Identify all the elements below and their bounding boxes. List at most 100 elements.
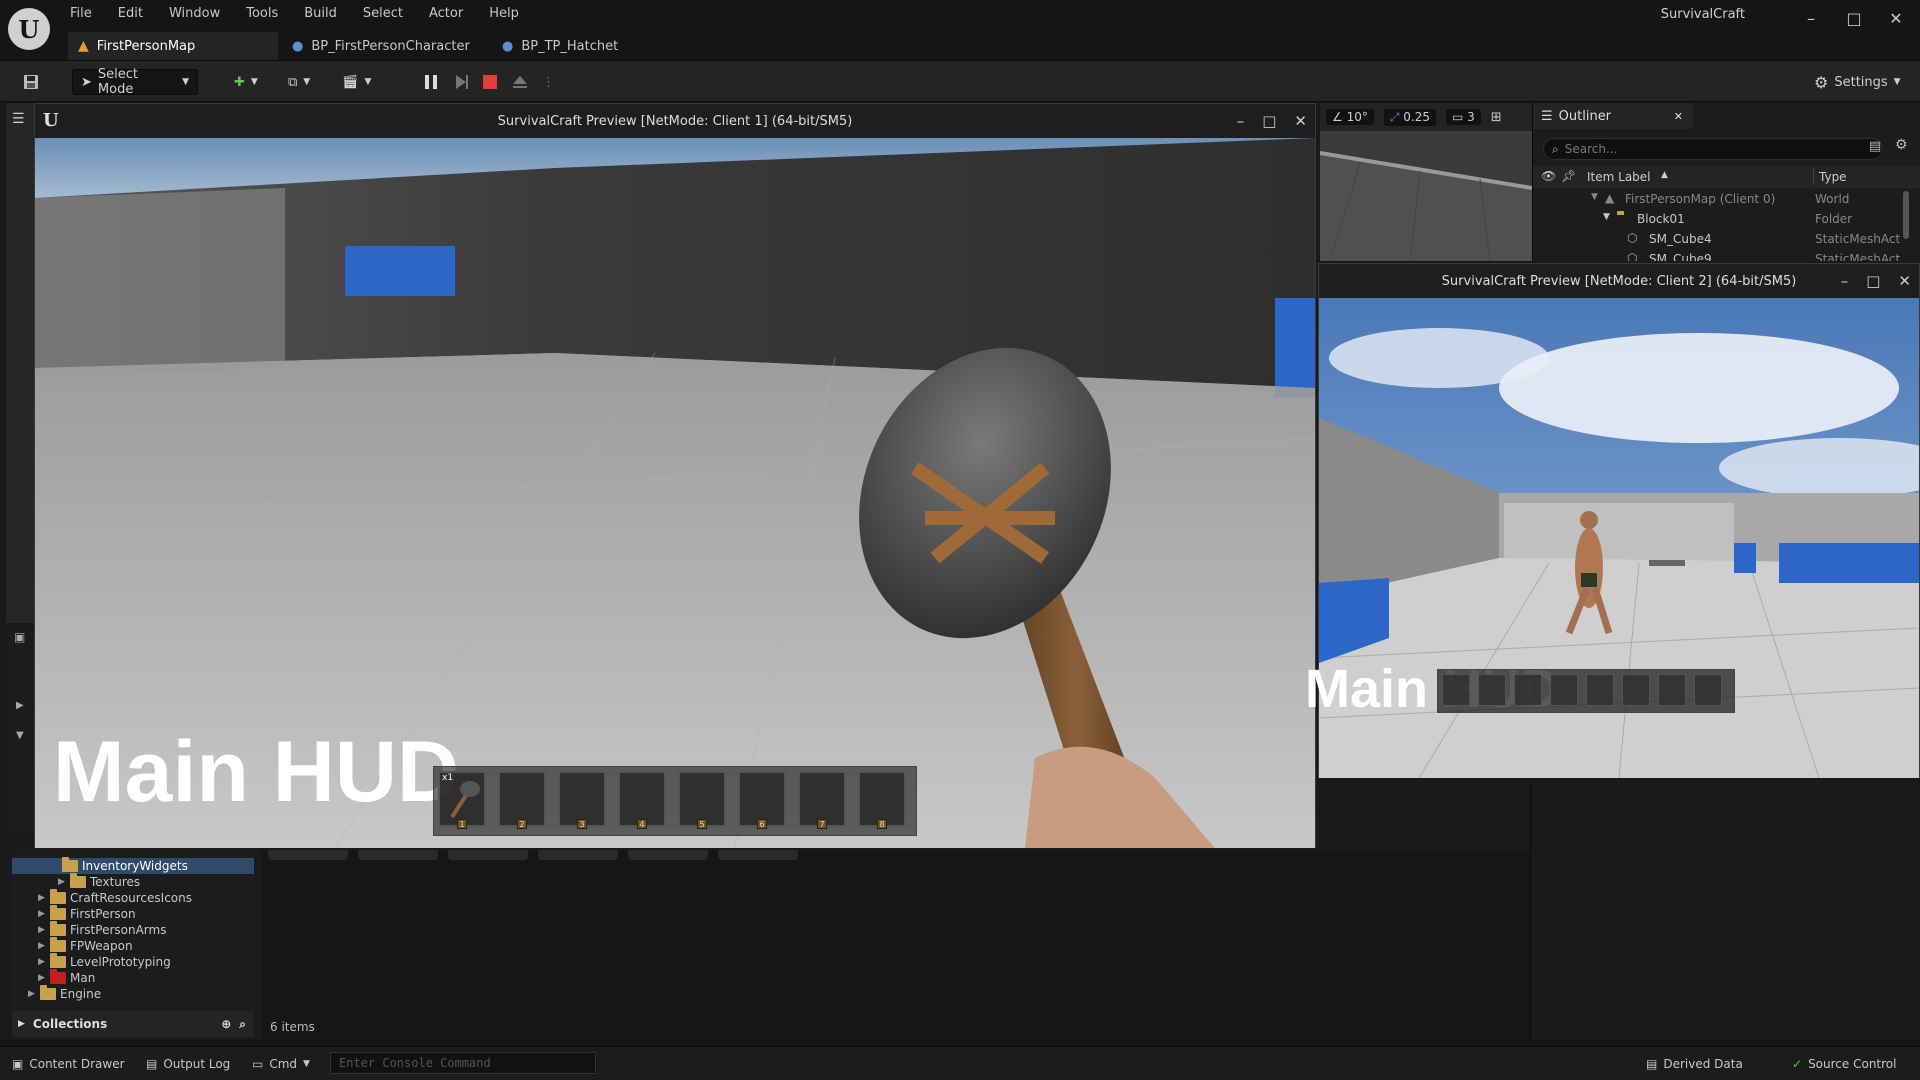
asset-tile[interactable] xyxy=(628,850,708,860)
pie-window-client2[interactable]: SurvivalCraft Preview [NetMode: Client 2… xyxy=(1305,263,1920,778)
close-icon[interactable]: ✕ xyxy=(1898,272,1911,290)
asset-tile[interactable] xyxy=(358,850,438,860)
hotbar-slot-6[interactable]: 6 xyxy=(738,771,786,829)
settings-button[interactable]: ⚙ Settings ▼ xyxy=(1806,69,1909,95)
pause-button[interactable] xyxy=(416,69,446,95)
console-input[interactable]: Enter Console Command xyxy=(330,1052,596,1074)
caret-right-icon[interactable]: ▶ xyxy=(18,1019,25,1029)
pie-titlebar[interactable]: SurvivalCraft Preview [NetMode: Client 2… xyxy=(1319,264,1919,298)
menu-tools[interactable]: Tools xyxy=(246,4,292,26)
tree-folder-fpweapon[interactable]: ▶ FPWeapon xyxy=(38,937,133,954)
stop-button[interactable] xyxy=(474,69,506,95)
close-icon[interactable]: ✕ xyxy=(1294,112,1307,130)
hotbar-slot[interactable] xyxy=(1694,674,1722,706)
add-collection-icon[interactable]: ⊕ xyxy=(221,1017,231,1031)
save-icon[interactable] xyxy=(14,69,48,95)
play-options-button[interactable]: ⋮ xyxy=(534,69,563,95)
tree-folder-levelprototyping[interactable]: ▶ LevelPrototyping xyxy=(38,953,171,970)
hotbar-slot-7[interactable]: 7 xyxy=(798,771,846,829)
menu-actor[interactable]: Actor xyxy=(429,4,477,26)
eject-button[interactable] xyxy=(504,69,536,95)
asset-tile[interactable] xyxy=(718,850,798,860)
minimize-icon[interactable]: – xyxy=(1797,6,1825,30)
outliner-row-mesh[interactable]: ⬡ SM_Cube4 StaticMeshAct xyxy=(1533,229,1920,249)
hotbar-slot[interactable] xyxy=(1622,674,1650,706)
hamburger-icon[interactable]: ☰ xyxy=(12,111,25,127)
caret-right-icon[interactable]: ▶ xyxy=(28,989,36,999)
tree-folder-craftresourcesicons[interactable]: ▶ CraftResourcesIcons xyxy=(38,889,192,906)
outliner-search[interactable]: ⌕ Search... xyxy=(1543,138,1883,160)
menu-edit[interactable]: Edit xyxy=(118,4,157,26)
item-label-column[interactable]: Item Label xyxy=(1587,170,1651,184)
caret-right-icon[interactable]: ▶ xyxy=(16,700,24,711)
outliner-row-world[interactable]: ▼ ▲ FirstPersonMap (Client 0) World xyxy=(1533,189,1920,209)
caret-right-icon[interactable]: ▶ xyxy=(38,909,46,919)
asset-tile[interactable] xyxy=(448,850,528,860)
tree-folder-man[interactable]: ▶ Man xyxy=(38,969,95,986)
hotbar-slot[interactable] xyxy=(1550,674,1578,706)
cmd-dropdown[interactable]: ▭ Cmd ▼ xyxy=(252,1054,310,1074)
gear-icon[interactable]: ⚙ xyxy=(1895,137,1908,153)
maximize-icon[interactable]: □ xyxy=(1840,6,1868,30)
output-log-button[interactable]: ▤ Output Log xyxy=(146,1054,230,1074)
minimize-icon[interactable]: – xyxy=(1841,272,1849,290)
hotbar-slot-1[interactable]: x1 1 xyxy=(438,771,486,829)
hotbar-slot-4[interactable]: 4 xyxy=(618,771,666,829)
outliner-row-folder[interactable]: ▼ Block01 Folder xyxy=(1533,209,1920,229)
caret-down-icon[interactable]: ▼ xyxy=(16,730,24,741)
tree-folder-inventorywidgets[interactable]: InventoryWidgets xyxy=(12,857,254,874)
maximize-icon[interactable]: □ xyxy=(1866,272,1880,290)
caret-down-icon[interactable]: ▼ xyxy=(1591,192,1598,202)
visibility-icon[interactable]: 👁︎ xyxy=(1541,169,1556,183)
tab-bp-tp-hatchet[interactable]: ● BP_TP_Hatchet xyxy=(492,32,632,60)
pie-window-client1[interactable]: SurvivalCraft Preview [NetMode: Client 1… xyxy=(34,103,1316,848)
hotbar-slot[interactable] xyxy=(1658,674,1686,706)
caret-right-icon[interactable]: ▶ xyxy=(38,957,46,967)
unreal-logo[interactable]: U xyxy=(8,8,50,50)
hotbar-slot-5[interactable]: 5 xyxy=(678,771,726,829)
blueprints-button[interactable]: ⧉ ▼ xyxy=(280,69,318,95)
maximize-icon[interactable]: □ xyxy=(1262,112,1276,130)
menu-window[interactable]: Window xyxy=(169,4,234,26)
tab-firstpersonmap[interactable]: ▲ FirstPersonMap xyxy=(68,32,278,60)
close-icon[interactable]: ✕ xyxy=(1674,110,1683,123)
caret-right-icon[interactable]: ▶ xyxy=(38,973,46,983)
layout-grid-icon[interactable]: ⊞ xyxy=(1491,110,1502,125)
menu-build[interactable]: Build xyxy=(304,4,351,26)
asset-tile[interactable] xyxy=(268,850,348,860)
derived-data-button[interactable]: ▤ Derived Data xyxy=(1646,1054,1743,1074)
asset-tile[interactable] xyxy=(538,850,618,860)
source-control-button[interactable]: ✓ Source Control xyxy=(1792,1054,1896,1074)
pie-titlebar[interactable]: SurvivalCraft Preview [NetMode: Client 1… xyxy=(35,104,1315,138)
menu-help[interactable]: Help xyxy=(489,4,533,26)
hotbar-slot-3[interactable]: 3 xyxy=(558,771,606,829)
outliner-scrollbar[interactable] xyxy=(1903,191,1909,239)
outliner-tab[interactable]: ☰ Outliner ✕ xyxy=(1533,103,1693,129)
hotbar-slot-2[interactable]: 2 xyxy=(498,771,546,829)
menu-file[interactable]: File xyxy=(70,4,106,26)
caret-right-icon[interactable]: ▶ xyxy=(58,877,66,887)
cinematics-button[interactable]: 🎬︎ ▼ xyxy=(334,69,379,95)
outliner-row-mesh[interactable]: ⬡ SM_Cube9 StaticMeshAct xyxy=(1533,249,1920,261)
tree-folder-firstpersonarms[interactable]: ▶ FirstPersonArms xyxy=(38,921,166,938)
close-icon[interactable]: ✕ xyxy=(1882,6,1910,30)
rotation-snap-button[interactable]: ∠ 10° xyxy=(1326,109,1374,125)
hotbar-slot[interactable] xyxy=(1442,674,1470,706)
content-drawer-button[interactable]: ▣ Content Drawer xyxy=(12,1054,125,1074)
add-folder-icon[interactable]: ▤ xyxy=(1869,139,1881,154)
search-icon[interactable]: ⌕ xyxy=(239,1017,246,1032)
caret-down-icon[interactable]: ▼ xyxy=(1603,212,1610,222)
camera-speed-button[interactable]: ▭ 3 xyxy=(1446,109,1481,125)
hotbar-slot[interactable] xyxy=(1514,674,1542,706)
content-browser-icon[interactable]: ▣ xyxy=(14,630,25,644)
menu-select[interactable]: Select xyxy=(363,4,417,26)
tab-bp-firstpersoncharacter[interactable]: ● BP_FirstPersonCharacter xyxy=(282,32,470,60)
collections-header[interactable]: ▶ Collections ⊕ ⌕ xyxy=(12,1011,254,1037)
tree-folder-textures[interactable]: ▶ Textures xyxy=(58,873,140,890)
hotbar-slot[interactable] xyxy=(1586,674,1614,706)
scale-snap-button[interactable]: ⤢ 0.25 xyxy=(1383,108,1436,126)
tree-folder-firstperson[interactable]: ▶ FirstPerson xyxy=(38,905,136,922)
select-mode-dropdown[interactable]: ➤ Select Mode ▼ xyxy=(72,67,198,97)
hotbar-slot[interactable] xyxy=(1478,674,1506,706)
caret-right-icon[interactable]: ▶ xyxy=(38,941,46,951)
